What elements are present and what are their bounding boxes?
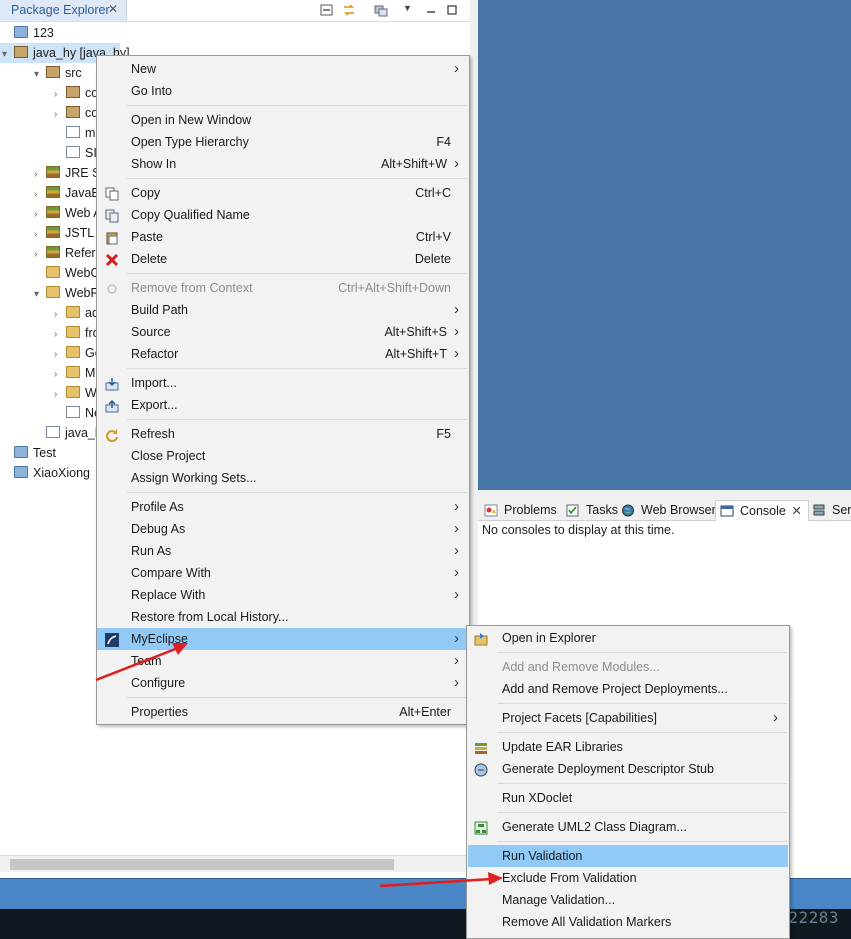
annotation-arrowhead [488,872,503,885]
annotation-arrow [95,646,179,682]
annotation-arrow [379,877,493,888]
annotation-arrows [95,643,503,888]
